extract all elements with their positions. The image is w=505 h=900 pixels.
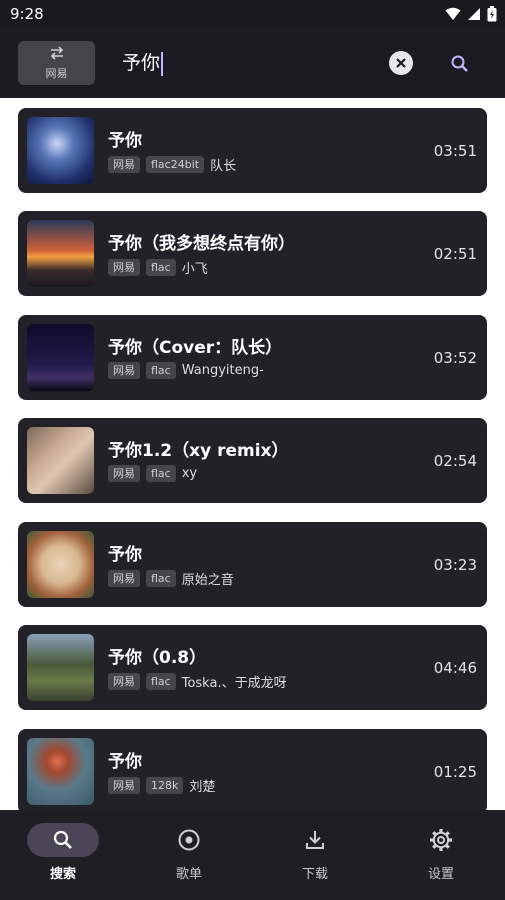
source-tag: 网易: [108, 362, 140, 379]
bottom-navigation: 搜索 歌单 下载 设置: [0, 810, 505, 900]
quality-tag: flac24bit: [146, 156, 205, 173]
song-card[interactable]: 予你 网易 flac 原始之音 03:23: [18, 522, 487, 607]
album-cover: [27, 220, 94, 287]
song-meta: 网易 128k 刘楚: [108, 776, 215, 795]
song-duration: 03:23: [433, 556, 477, 574]
song-duration: 04:46: [433, 659, 477, 677]
source-switch-button[interactable]: 网易: [18, 41, 95, 85]
album-cover: [27, 117, 94, 184]
wifi-icon: [445, 7, 461, 20]
song-meta: 网易 flac24bit 队长: [108, 155, 236, 174]
song-artist: 小飞: [181, 262, 208, 277]
source-tag: 网易: [108, 777, 140, 794]
signal-icon: [468, 8, 480, 20]
album-cover: [27, 738, 94, 805]
album-cover: [27, 531, 94, 598]
song-title: 予你1.2（xy remix）: [108, 441, 289, 461]
song-artist: Toska.、于成龙呀: [181, 676, 287, 691]
song-duration: 02:51: [433, 245, 477, 263]
song-title: 予你: [108, 131, 142, 151]
quality-tag: flac: [146, 259, 176, 276]
nav-label: 设置: [427, 867, 454, 882]
album-cover: [27, 324, 94, 391]
search-button[interactable]: [448, 52, 472, 76]
song-title: 予你（0.8）: [108, 648, 207, 668]
download-icon: [306, 831, 324, 849]
song-artist: 原始之音: [181, 573, 234, 588]
source-tag: 网易: [108, 673, 140, 690]
song-list: 予你 网易 flac24bit 队长 03:51 予你（我多想终点有你） 网易 …: [0, 98, 505, 810]
album-cover: [27, 427, 94, 494]
song-meta: 网易 flac xy: [108, 465, 197, 482]
song-card[interactable]: 予你（我多想终点有你） 网易 flac 小飞 02:51: [18, 211, 487, 296]
quality-tag: flac: [146, 362, 176, 379]
search-input[interactable]: 予你: [122, 50, 372, 76]
song-duration: 01:25: [433, 763, 477, 781]
status-time: 9:28: [10, 5, 44, 23]
album-cover: [27, 634, 94, 701]
song-meta: 网易 flac 小飞: [108, 258, 208, 277]
nav-download[interactable]: 下载: [265, 823, 365, 887]
song-card[interactable]: 予你1.2（xy remix） 网易 flac xy 02:54: [18, 418, 487, 503]
quality-tag: 128k: [146, 777, 184, 794]
close-icon: [396, 58, 406, 68]
nav-label: 搜索: [49, 867, 76, 882]
text-caret: [161, 51, 164, 76]
search-icon: [53, 830, 72, 849]
nav-label: 下载: [301, 867, 328, 882]
source-tag: 网易: [108, 259, 140, 276]
song-card[interactable]: 予你 网易 flac24bit 队长 03:51: [18, 108, 487, 193]
status-bar: 9:28: [0, 0, 505, 28]
song-title: 予你（Cover：队长）: [108, 338, 283, 358]
search-app-bar: 网易 予你: [0, 28, 505, 98]
song-artist: xy: [181, 466, 198, 481]
song-duration: 03:51: [433, 142, 477, 160]
quality-tag: flac: [146, 465, 176, 482]
song-duration: 03:52: [433, 349, 477, 367]
nav-label: 歌单: [175, 867, 202, 882]
gear-icon: [430, 829, 452, 851]
song-title: 予你: [108, 545, 142, 565]
battery-icon: [487, 6, 497, 22]
song-meta: 网易 flac Toska.、于成龙呀: [108, 672, 287, 691]
swap-icon: [49, 45, 65, 63]
song-meta: 网易 flac Wangyiteng-: [108, 362, 264, 379]
nav-search[interactable]: 搜索: [13, 823, 113, 887]
quality-tag: flac: [146, 673, 176, 690]
source-tag: 网易: [108, 156, 140, 173]
song-meta: 网易 flac 原始之音: [108, 569, 234, 588]
song-card[interactable]: 予你（0.8） 网易 flac Toska.、于成龙呀 04:46: [18, 625, 487, 710]
source-tag: 网易: [108, 465, 140, 482]
song-title: 予你: [108, 752, 142, 772]
song-title: 予你（我多想终点有你）: [108, 234, 295, 254]
song-artist: 队长: [210, 159, 237, 174]
song-duration: 02:54: [433, 452, 477, 470]
nav-settings[interactable]: 设置: [391, 823, 491, 887]
song-artist: Wangyiteng-: [181, 363, 264, 378]
source-tag: 网易: [108, 570, 140, 587]
clear-search-button[interactable]: [389, 51, 413, 75]
search-input-value: 予你: [122, 52, 161, 74]
song-artist: 刘楚: [189, 780, 216, 795]
song-card[interactable]: 予你 网易 128k 刘楚 01:25: [18, 729, 487, 810]
search-icon: [451, 55, 468, 72]
quality-tag: flac: [146, 570, 176, 587]
disc-icon: [178, 829, 200, 851]
source-label: 网易: [45, 66, 68, 80]
nav-playlist[interactable]: 歌单: [139, 823, 239, 887]
song-card[interactable]: 予你（Cover：队长） 网易 flac Wangyiteng- 03:52: [18, 315, 487, 400]
